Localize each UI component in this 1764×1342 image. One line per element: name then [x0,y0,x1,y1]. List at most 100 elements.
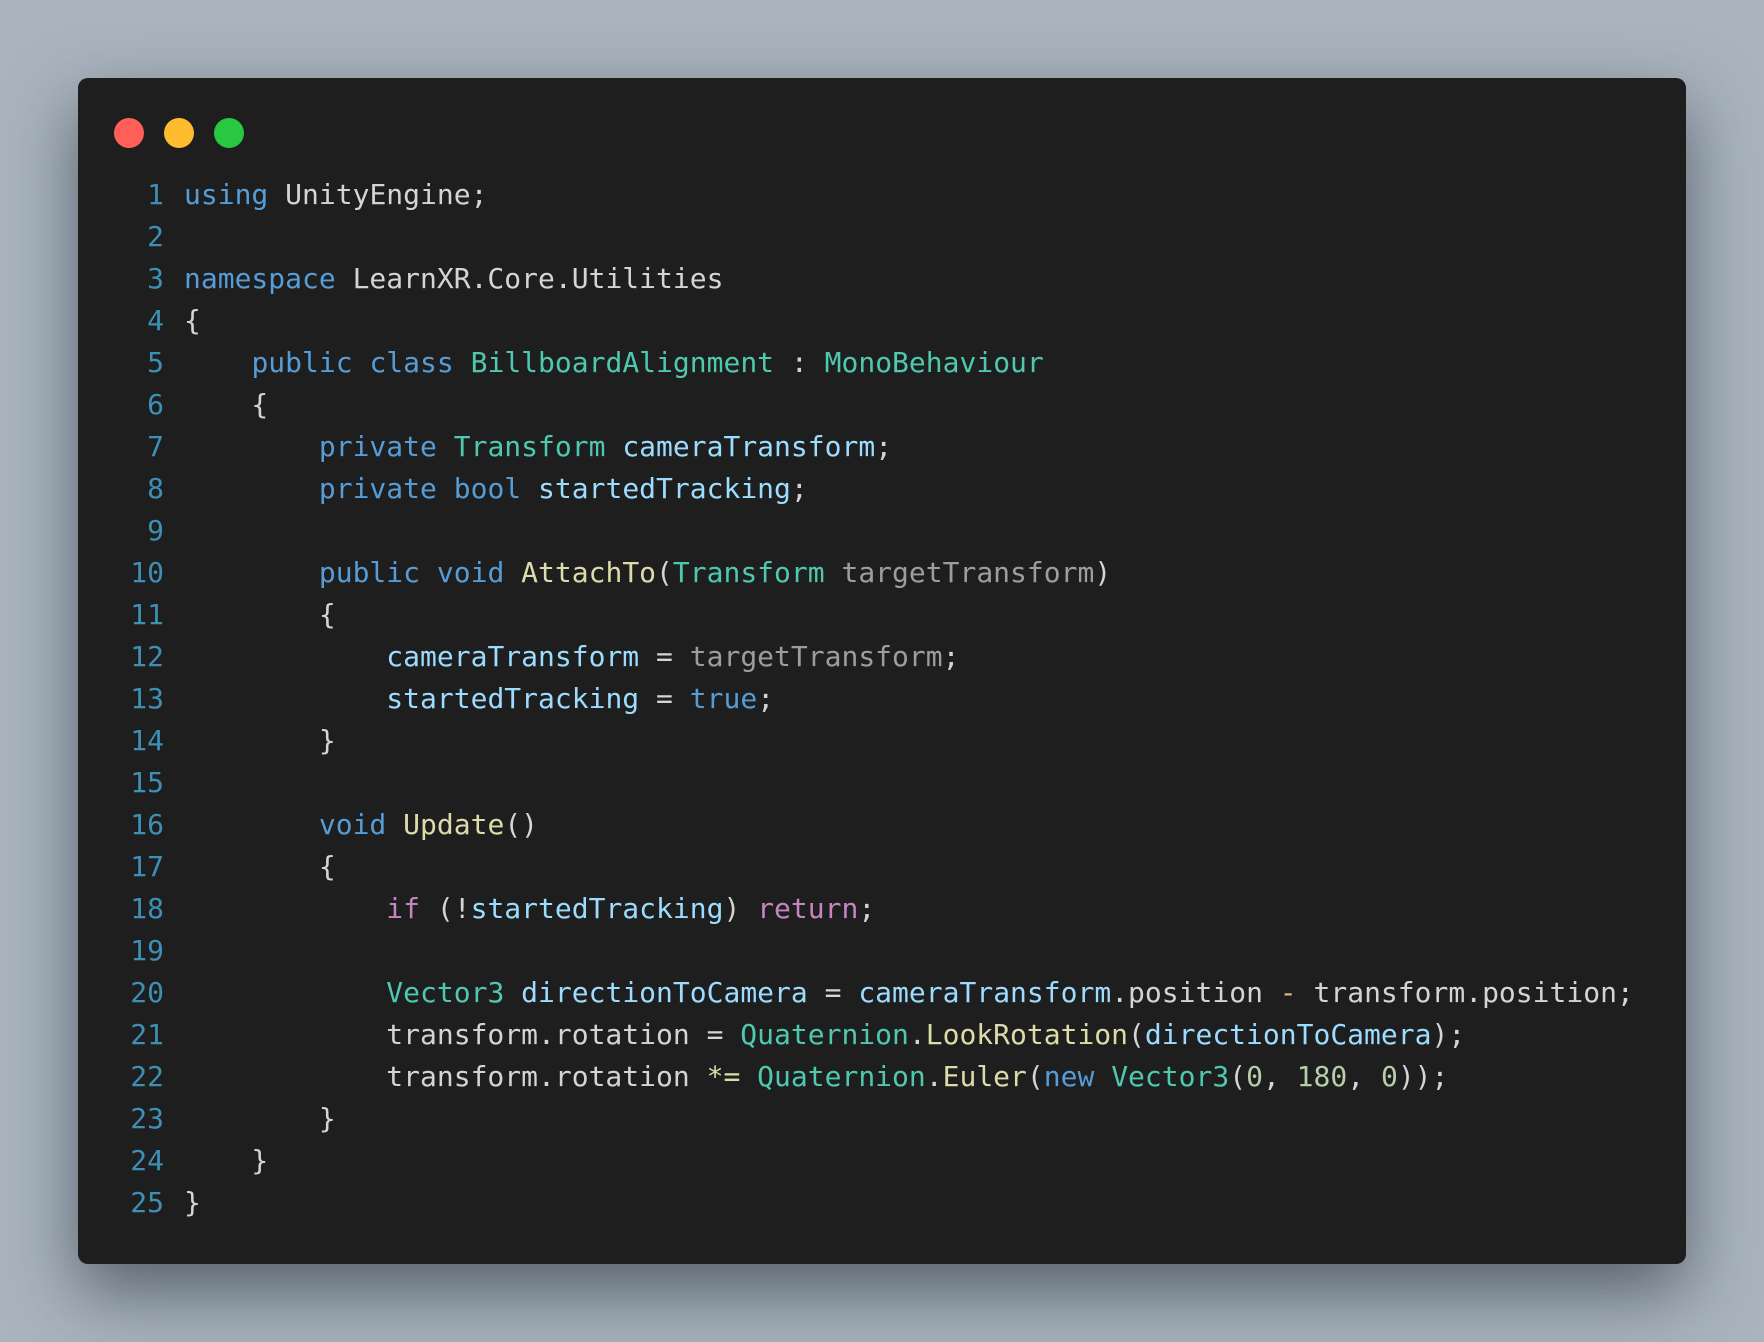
code-token: targetTransform [824,556,1095,589]
code-token: : [774,346,825,379]
line-number: 22 [130,1060,164,1093]
code-text: { [184,846,336,888]
code-token: = [807,976,859,1009]
code-token: , [1347,1060,1381,1093]
code-line: 6 { [78,384,1686,426]
code-token: Transform [453,430,606,463]
line-number: 20 [130,976,164,1009]
code-line: 14 } [78,720,1686,762]
code-token: transform.position; [1296,976,1634,1009]
code-text: transform.rotation *= Quaternion.Euler(n… [184,1056,1448,1098]
code-text: { [184,594,336,636]
code-token: private [318,472,437,505]
code-text: } [184,1140,268,1182]
line-number: 19 [130,934,164,967]
code-token: LookRotation [925,1018,1129,1051]
code-token: )); [1397,1060,1449,1093]
code-token: ; [790,472,808,505]
code-token: { [184,304,201,337]
code-token: . [908,1018,926,1051]
code-text: transform.rotation = Quaternion.LookRota… [184,1014,1465,1056]
code-token: ( [1128,1018,1145,1051]
code-text: } [184,1098,336,1140]
line-number: 9 [147,514,164,547]
code-token: startedTracking [386,682,640,715]
code-token: } [184,1102,336,1135]
code-line: 16 void Update() [78,804,1686,846]
close-window-button[interactable] [114,118,144,148]
code-token: cameraTransform [622,430,876,463]
minimize-window-button[interactable] [164,118,194,148]
code-line: 5 public class BillboardAlignment : Mono… [78,342,1686,384]
code-token: . [925,1060,943,1093]
code-line: 20 Vector3 directionToCamera = cameraTra… [78,972,1686,1014]
line-number: 4 [147,304,164,337]
line-number: 15 [130,766,164,799]
code-window: 1 using UnityEngine; 2 3 namespace LearnXR.C… [78,78,1686,1264]
code-token: startedTracking [538,472,791,505]
code-token: Quaternion [757,1060,926,1093]
code-token: new [1043,1060,1095,1093]
line-number: 2 [147,220,164,253]
code-token: void [436,556,505,589]
code-line: 22 transform.rotation *= Quaternion.Eule… [78,1056,1686,1098]
code-line: 19 [78,930,1686,972]
code-line: 15 [78,762,1686,804]
code-token: Quaternion [740,1018,909,1051]
code-token: ; [875,430,893,463]
code-line: 4{ [78,300,1686,342]
maximize-window-button[interactable] [214,118,244,148]
code-line: 25} [78,1182,1686,1224]
code-text: public void AttachTo(Transform targetTra… [184,552,1111,594]
code-line: 18 if (!startedTracking) return; [78,888,1686,930]
line-number: 21 [130,1018,164,1051]
code-token: BillboardAlignment [470,346,775,379]
code-line: 7 private Transform cameraTransform; [78,426,1686,468]
line-number: 10 [130,556,164,589]
code-line: 13 startedTracking = true; [78,678,1686,720]
line-number: 23 [130,1102,164,1135]
code-token: true [689,682,758,715]
code-token: Vector3 [386,976,505,1009]
code-line: 17 { [78,846,1686,888]
code-text: using UnityEngine; [184,174,487,216]
code-text: cameraTransform = targetTransform; [184,636,959,678]
code-token: AttachTo [521,556,657,589]
code-token: ( [1026,1060,1044,1093]
code-line: 1 using UnityEngine; [78,174,1686,216]
line-number: 1 [147,178,164,211]
code-token: directionToCamera [1144,1018,1432,1051]
code-token: public [318,556,421,589]
code-line: 21 transform.rotation = Quaternion.LookR… [78,1014,1686,1056]
code-token: ) [1094,556,1112,589]
code-token: } [184,1186,201,1219]
code-text: Vector3 directionToCamera = cameraTransf… [184,972,1634,1014]
line-number: 7 [147,430,164,463]
code-line: 3 namespace LearnXR.Core.Utilities [78,258,1686,300]
code-line: 8 private bool startedTracking; [78,468,1686,510]
line-number: 24 [130,1144,164,1177]
code-token: namespace [184,262,336,295]
line-number: 17 [130,850,164,883]
code-token: startedTracking [470,892,724,925]
code-token: ; [942,640,960,673]
code-text: { [184,384,268,426]
code-text: private bool startedTracking; [184,468,808,510]
code-token: targetTransform [689,640,943,673]
